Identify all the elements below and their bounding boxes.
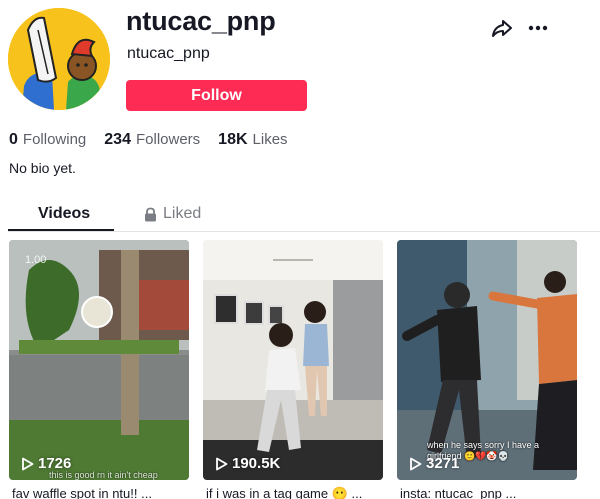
lock-icon (145, 207, 156, 221)
more-icon[interactable] (526, 18, 550, 38)
bio: No bio yet. (9, 160, 76, 176)
profile-tabs: Videos Liked (8, 200, 600, 232)
following-label: Following (22, 131, 87, 148)
following-count: 0 (9, 131, 18, 148)
followers-label: Followers (135, 131, 201, 148)
share-icon[interactable] (490, 16, 514, 40)
video-card-3[interactable]: when he says sorry I have a girlfriend 🙂… (397, 240, 577, 480)
video-card-2[interactable]: 190.5K (203, 240, 383, 480)
video-timer-1: 1.00 (25, 254, 47, 266)
video-caption-3[interactable]: insta: ntucac_pnp ... (400, 486, 516, 499)
video-views-3: 3271 (409, 455, 459, 472)
active-tab-indicator (8, 229, 114, 231)
avatar[interactable] (8, 8, 110, 110)
video-views-2: 190.5K (215, 455, 280, 472)
video-views-count-3: 3271 (426, 455, 460, 472)
follow-button[interactable]: Follow (126, 80, 307, 111)
followers-count: 234 (104, 131, 131, 148)
username: ntucac_pnp (126, 6, 276, 36)
stat-following[interactable]: 0 Following (9, 131, 86, 149)
stat-likes: 18K Likes (218, 131, 287, 149)
tab-videos[interactable]: Videos (38, 205, 90, 223)
video-thumbnail-2 (203, 240, 383, 480)
likes-count: 18K (218, 131, 248, 148)
tab-liked[interactable]: Liked (144, 205, 201, 223)
nickname: ntucac_pnp (127, 45, 210, 62)
video-caption-1[interactable]: fav waffle spot in ntu!! ... (12, 486, 152, 499)
play-icon (216, 457, 228, 470)
video-caption-2[interactable]: if i was in a tag game 😶 ... (206, 486, 362, 499)
video-thumbnail-1 (9, 240, 189, 480)
video-views-count-1: 1726 (38, 455, 72, 472)
video-card-1[interactable]: 1.00 this is good rn it ain't cheap 1726 (9, 240, 189, 480)
video-views-1: 1726 (21, 455, 71, 472)
play-icon (22, 457, 34, 470)
play-icon (410, 457, 422, 470)
likes-label: Likes (252, 131, 288, 148)
avatar-image (8, 8, 110, 110)
video-views-count-2: 190.5K (232, 455, 281, 472)
profile-stats: 0 Following 234 Followers 18K Likes (9, 131, 288, 149)
stat-followers[interactable]: 234 Followers (104, 131, 200, 149)
tab-liked-label: Liked (163, 205, 202, 222)
